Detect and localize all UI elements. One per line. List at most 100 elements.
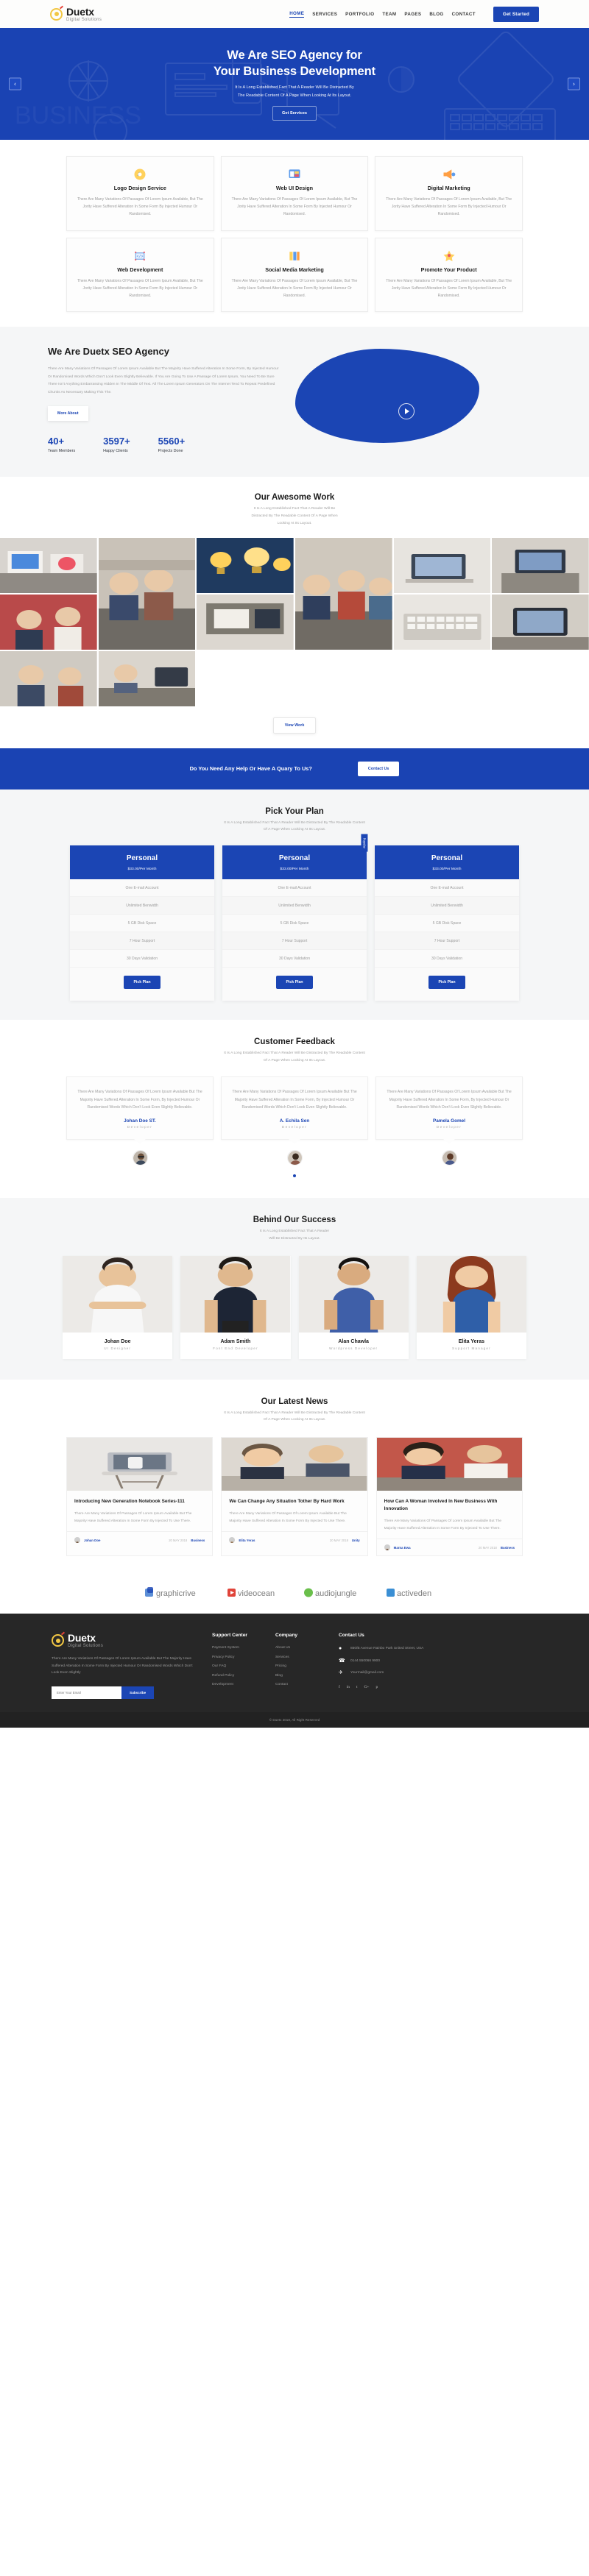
cta-text: Do You Need Any Help Or Have A Quary To … <box>189 765 312 773</box>
service-card[interactable]: Web UI Design There Are Many Variations … <box>220 156 369 231</box>
author-avatar <box>74 1537 80 1544</box>
svg-text:audiojungle: audiojungle <box>315 1589 356 1598</box>
linkedin-icon[interactable]: in <box>347 1685 350 1689</box>
plan-period: /Per Month <box>138 867 157 872</box>
team-member-card[interactable]: Alan Chawla Wordpress Developer <box>298 1255 409 1359</box>
more-about-button[interactable]: More About <box>48 406 88 422</box>
nav-item-portfolio[interactable]: PORTFOLIO <box>345 12 374 17</box>
blog-post-date: 20 MAY 2018 <box>169 1538 188 1542</box>
footer-link-about-us[interactable]: About Us <box>275 1646 322 1650</box>
team-member-card[interactable]: Adam Smith Font End Developer <box>180 1255 291 1359</box>
brand-logo[interactable]: Duetx Digital Solutions <box>50 7 102 22</box>
service-card[interactable]: Logo Design Service There Are Many Varia… <box>66 156 214 231</box>
get-started-button[interactable]: Get Started <box>493 6 539 22</box>
footer-about-column: Duetx Digital Solutions There Are Many V… <box>52 1633 196 1699</box>
gallery-item[interactable] <box>393 594 491 650</box>
facebook-icon[interactable]: f <box>339 1685 340 1689</box>
blog-post-author[interactable]: Marna Ewa <box>394 1546 411 1550</box>
brand-logo-videocean[interactable]: videocean <box>228 1587 285 1598</box>
gallery-item[interactable] <box>0 594 97 650</box>
google-plus-icon[interactable]: G+ <box>364 1685 370 1689</box>
hero-get-services-button[interactable]: Get Services <box>272 106 317 121</box>
brand-logo-graphicrive[interactable]: graphicrive <box>145 1586 208 1598</box>
nav-item-blog[interactable]: BLOG <box>429 12 443 17</box>
footer-link-development[interactable]: Development <box>212 1683 259 1686</box>
blog-post-tag[interactable]: Business <box>501 1546 515 1550</box>
team-member-card[interactable]: Johan Doe UI Designer <box>63 1255 173 1359</box>
counter-projects-done: 5560+ Projects Done <box>158 436 186 453</box>
location-pin-icon: ● <box>339 1646 342 1652</box>
blog-post-tag[interactable]: Unity <box>352 1539 360 1542</box>
gallery-item[interactable] <box>492 594 589 650</box>
blog-grid: Introducing New Generation Notebook Seri… <box>66 1437 523 1557</box>
footer-email[interactable]: Yourmail@gmail.com <box>350 1670 384 1677</box>
footer-link-pricing[interactable]: Pricing <box>275 1664 322 1668</box>
gallery-item[interactable] <box>197 537 294 593</box>
pick-plan-button[interactable]: Pick Plan <box>428 976 465 990</box>
service-description: There Are Many Variations Of Passages Of… <box>77 197 203 217</box>
footer-link-payment-system[interactable]: Payment System <box>212 1646 259 1650</box>
gallery-item[interactable] <box>492 537 589 593</box>
play-video-button[interactable] <box>398 403 415 420</box>
blog-post-tag[interactable]: Business <box>191 1539 205 1542</box>
gallery-image-lightbulbs <box>197 537 294 593</box>
team-section: Behind Our Success It Is A Long Establis… <box>0 1197 589 1380</box>
pagination-dot[interactable] <box>293 1174 296 1177</box>
testimonial-pagination-dots[interactable] <box>0 1174 589 1177</box>
gallery-item[interactable] <box>393 537 491 593</box>
nav-item-contact[interactable]: CONTACT <box>452 12 476 17</box>
hero-prev-arrow[interactable]: ‹ <box>9 77 21 91</box>
hero-next-arrow[interactable]: › <box>568 77 580 91</box>
blog-post-date: 20 MAY 2018 <box>478 1545 497 1550</box>
nav-item-home[interactable]: HOME <box>289 11 305 18</box>
footer-link-contact[interactable]: Contact <box>275 1683 322 1686</box>
gallery-image-coworking <box>98 650 196 706</box>
pinterest-icon[interactable]: p <box>375 1685 378 1689</box>
plan-price: $33.00/Per Month <box>70 865 214 871</box>
footer-brand-logo[interactable]: Duetx Digital Solutions <box>52 1633 196 1648</box>
blog-post-author[interactable]: Johan Doe <box>84 1539 100 1542</box>
footer-company-title: Company <box>275 1633 298 1639</box>
team-member-card[interactable]: Elita Yeras Support Manager <box>416 1255 526 1359</box>
phone-icon: ☎ <box>339 1658 345 1664</box>
brand-logo-activeden[interactable]: activeden <box>387 1587 444 1598</box>
service-card[interactable]: </> Web Development There Are Many Varia… <box>66 237 214 313</box>
service-card[interactable]: Promote Your Product There Are Many Vari… <box>375 237 523 313</box>
gallery-item[interactable] <box>0 650 97 706</box>
pick-plan-button[interactable]: Pick Plan <box>124 976 161 990</box>
service-card[interactable]: Digital Marketing There Are Many Variati… <box>375 156 523 231</box>
pricing-title: Pick Your Plan <box>265 806 324 816</box>
blog-post-author[interactable]: Elita Yeras <box>239 1539 255 1542</box>
cta-contact-us-button[interactable]: Contact Us <box>357 761 400 776</box>
pick-plan-button[interactable]: Pick Plan <box>276 976 313 990</box>
service-card[interactable]: Social Media Marketing There Are Many Va… <box>220 237 369 313</box>
view-work-button[interactable]: View Work <box>272 717 317 734</box>
newsletter-subscribe-button[interactable]: Subscribe <box>121 1686 155 1699</box>
hero-slider: BUSINESS ‹ › We Are SEO Agency for Your … <box>0 28 589 140</box>
footer-link-services[interactable]: Services <box>275 1656 322 1659</box>
gallery-item[interactable] <box>0 537 97 593</box>
about-video-column <box>295 346 549 456</box>
brand-logo-audiojungle[interactable]: audiojungle <box>304 1587 367 1598</box>
blog-post-card[interactable]: We Can Change Any Situation Tother By Ha… <box>221 1437 368 1557</box>
about-counters: 40+ Team Members 3597+ Happy Clients 556… <box>48 436 283 453</box>
nav-item-team[interactable]: TEAM <box>382 12 396 17</box>
nav-item-pages[interactable]: PAGES <box>404 12 421 17</box>
gallery-item[interactable] <box>98 650 196 706</box>
footer-phone[interactable]: 0144 550066 9900 <box>350 1658 380 1665</box>
blog-post-card[interactable]: Introducing New Generation Notebook Seri… <box>66 1437 214 1557</box>
newsletter-email-input[interactable] <box>52 1686 121 1699</box>
footer-link-refund-policy[interactable]: Refund Policy <box>212 1674 259 1678</box>
gallery-item[interactable] <box>98 537 196 650</box>
nav-item-services[interactable]: SERVICES <box>312 12 337 17</box>
footer-link-privacy-policy[interactable]: Privacy Policy <box>212 1656 259 1659</box>
team-grid: Johan Doe UI Designer Adam Smith Font En… <box>63 1255 526 1359</box>
counter-label: Happy Clients <box>103 449 128 454</box>
gallery-item[interactable] <box>295 537 392 650</box>
blog-post-card[interactable]: How Can A Woman Involved In New Business… <box>375 1437 523 1557</box>
footer-link-blog[interactable]: Blog <box>275 1674 322 1678</box>
gallery-item[interactable] <box>197 594 294 650</box>
plan-period: /Per Month <box>443 867 462 872</box>
footer-link-our-faq[interactable]: Our FAQ <box>212 1664 259 1668</box>
twitter-icon[interactable]: t <box>356 1685 358 1689</box>
